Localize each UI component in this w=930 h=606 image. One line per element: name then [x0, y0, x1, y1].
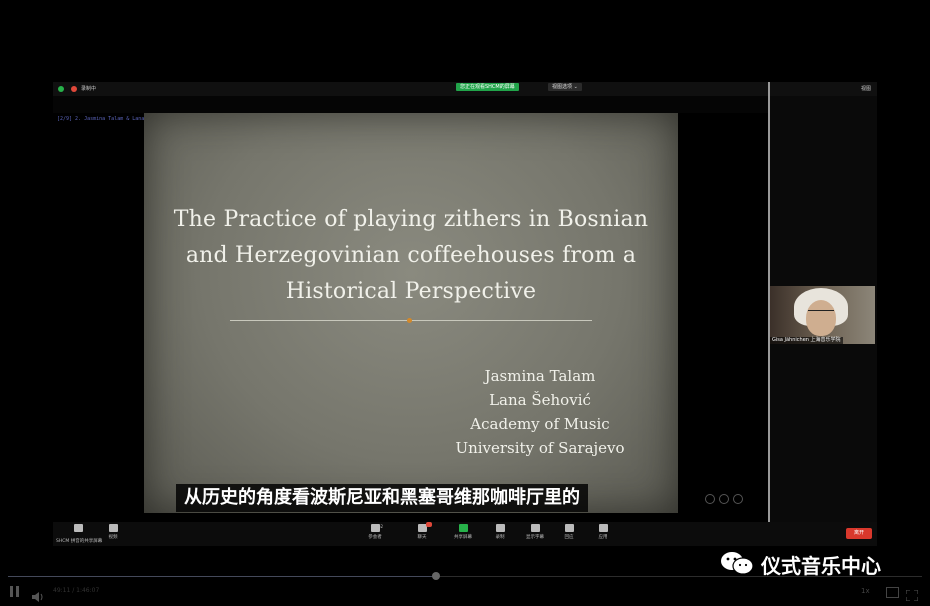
reactions-icon: [564, 524, 574, 532]
slide-title-line-2: and Herzegovinian coffeehouses from a: [185, 243, 637, 268]
record-label: 录制: [495, 535, 505, 540]
volume-icon[interactable]: [32, 587, 44, 602]
playback-speed-button[interactable]: 1x: [861, 587, 870, 595]
wechat-icon: [721, 552, 754, 575]
picture-in-picture-icon[interactable]: [886, 587, 899, 598]
record-icon: [71, 86, 77, 92]
share-screen-icon: [458, 524, 468, 532]
share-screen-button[interactable]: 共享屏幕: [448, 524, 478, 540]
participants-count: 62: [378, 524, 384, 529]
slide-nav-controls: [705, 494, 755, 504]
slide-affiliation-1: Academy of Music: [470, 415, 610, 433]
microphone-icon: [73, 524, 83, 532]
captions-icon: [530, 524, 540, 532]
slide-title-line-1: The Practice of playing zithers in Bosni…: [173, 207, 649, 232]
slide-pause-icon[interactable]: [719, 494, 729, 504]
progress-fill: [8, 576, 436, 577]
screen-owner-label: SHCM 拼音的共享屏幕: [56, 539, 103, 544]
record-button[interactable]: 录制: [485, 524, 515, 540]
view-button[interactable]: 视图: [861, 85, 871, 92]
video-label: 视频: [108, 535, 118, 540]
participants-label: 参会者: [368, 535, 382, 540]
share-screen-label: 共享屏幕: [454, 535, 472, 540]
audio-control[interactable]: [63, 524, 93, 534]
viewing-share-badge[interactable]: 您正在观看SHCM的屏幕: [456, 83, 519, 91]
meeting-top-bar: 录制中 您正在观看SHCM的屏幕 视图选项 ⌄ 视图: [53, 82, 877, 96]
slide-prev-icon[interactable]: [705, 494, 715, 504]
slide-title-line-3: Historical Perspective: [285, 279, 537, 304]
leave-button[interactable]: 离开: [846, 528, 872, 539]
record-button-icon: [495, 524, 505, 532]
captions-label: 显示字幕: [526, 535, 544, 540]
participants-button[interactable]: 62 参会者: [360, 524, 390, 540]
security-shield-icon[interactable]: [58, 86, 64, 92]
chat-unread-badge: [426, 522, 432, 527]
apps-icon: [598, 524, 608, 532]
recording-label: 录制中: [81, 86, 97, 92]
captions-button[interactable]: 显示字幕: [520, 524, 550, 540]
participant-glasses: [808, 310, 834, 317]
video-camera-icon: [108, 524, 118, 532]
chat-label: 聊天: [417, 535, 427, 540]
apps-label: 应用: [598, 535, 608, 540]
playback-time: 49:11 / 1:46:07: [53, 587, 100, 594]
participant-video-tile[interactable]: Gisa Jähnichen 上海音乐学院: [770, 286, 875, 344]
chat-button[interactable]: 聊天: [407, 522, 437, 540]
channel-name: 仪式音乐中心: [761, 554, 881, 578]
slide-author-1: Jasmina Talam: [484, 367, 596, 385]
pause-icon[interactable]: [10, 586, 20, 597]
video-subtitle: 从历史的角度看波斯尼亚和黑塞哥维那咖啡厅里的: [176, 484, 588, 512]
fullscreen-icon[interactable]: [905, 586, 919, 602]
view-options-button[interactable]: 视图选项 ⌄: [548, 83, 582, 91]
meeting-toolbar: SHCM 拼音的共享屏幕 视频 62 参会者 聊天 共享屏幕 录制 显示字幕 回…: [53, 522, 877, 546]
reactions-button[interactable]: 回应: [554, 524, 584, 540]
participant-face: [806, 300, 836, 336]
progress-thumb[interactable]: [431, 572, 440, 580]
apps-button[interactable]: 应用: [588, 524, 618, 540]
slide-divider-dot: [407, 318, 412, 323]
reactions-label: 回应: [564, 535, 574, 540]
slide-next-icon[interactable]: [733, 494, 743, 504]
slide-affiliation-2: University of Sarajevo: [455, 439, 625, 457]
video-control[interactable]: 视频: [98, 524, 128, 540]
participant-name-label: Gisa Jähnichen 上海音乐学院: [770, 337, 843, 344]
slide-author-2: Lana Šehović: [489, 391, 591, 409]
